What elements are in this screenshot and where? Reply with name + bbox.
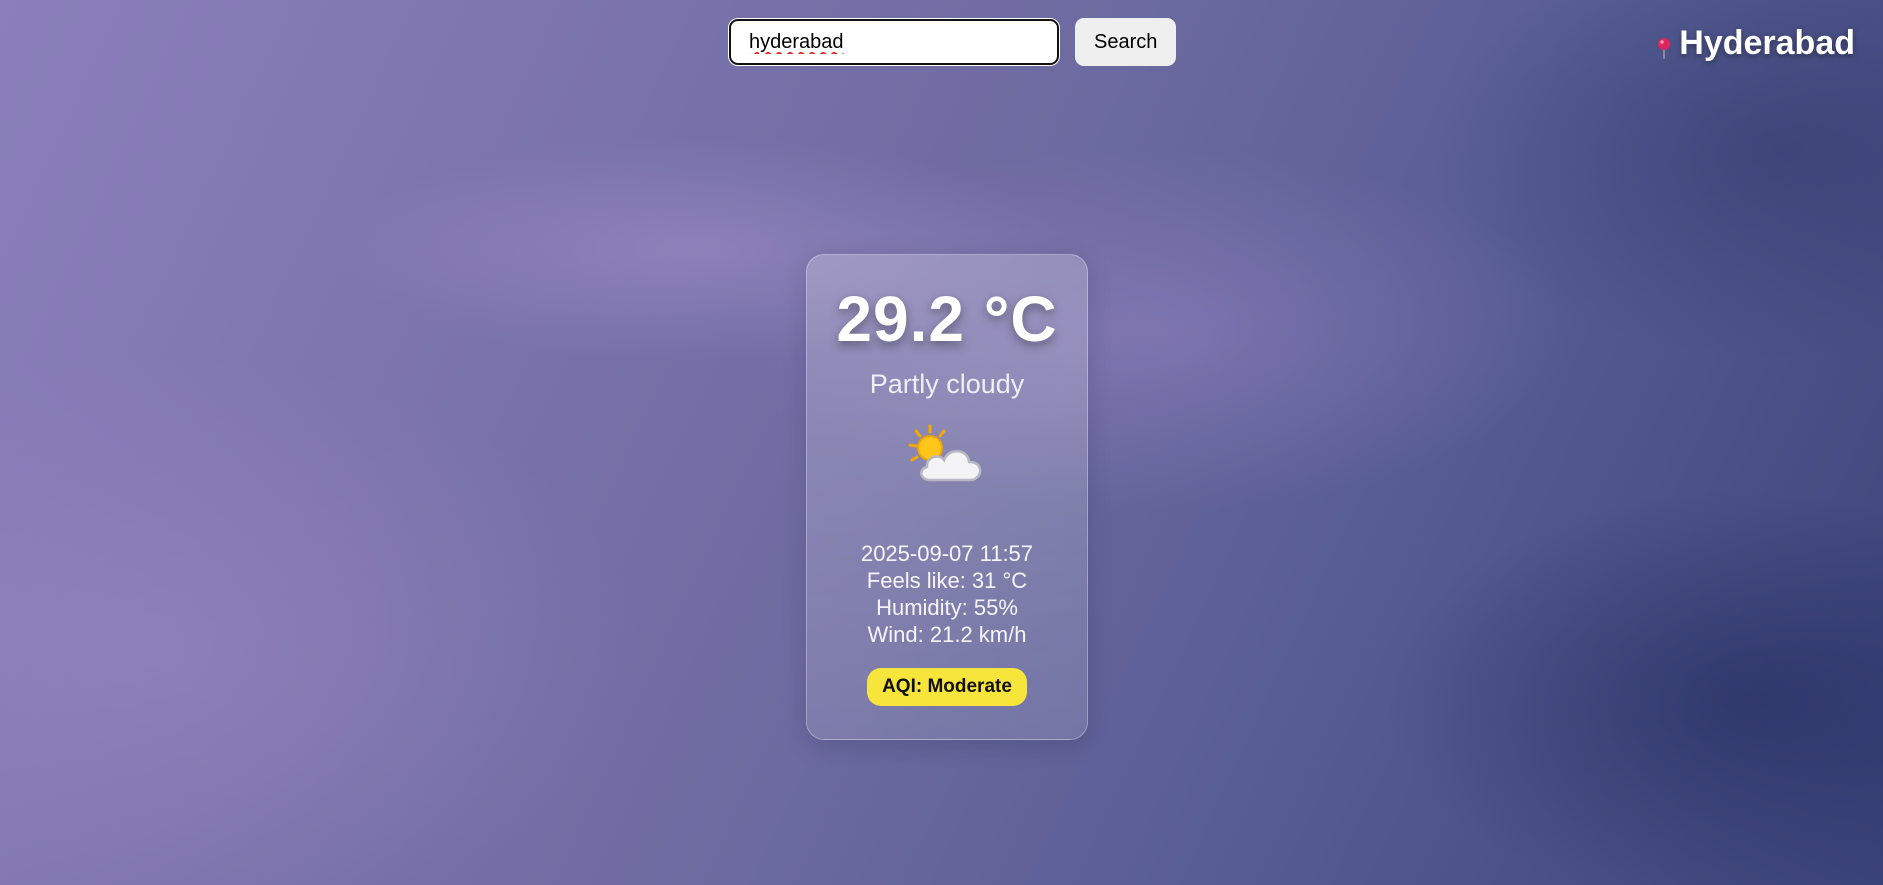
search-input[interactable] [729, 19, 1059, 65]
weather-details: 2025-09-07 11:57 Feels like: 31 °C Humid… [807, 540, 1087, 648]
humidity: Humidity: 55% [876, 595, 1018, 620]
weather-card: 29.2 °C Partly cloudy 2025-09-07 11:57 F… [806, 254, 1088, 740]
city-name: Hyderabad [1679, 24, 1855, 62]
temperature: 29.2 °C [836, 283, 1058, 355]
map-pin-icon [1658, 37, 1671, 59]
condition-text: Partly cloudy [869, 369, 1025, 399]
search-button[interactable]: Search [1075, 18, 1177, 66]
search-bar: Search [729, 18, 1177, 66]
datetime: 2025-09-07 11:57 [860, 541, 1034, 566]
aqi-badge: AQI: Moderate [867, 668, 1027, 706]
location-header: Hyderabad [1657, 24, 1855, 63]
partly-cloudy-icon [908, 424, 982, 482]
feels-like: Feels like: 31 °C [866, 568, 1028, 593]
wind: Wind: 21.2 km/h [867, 622, 1027, 647]
